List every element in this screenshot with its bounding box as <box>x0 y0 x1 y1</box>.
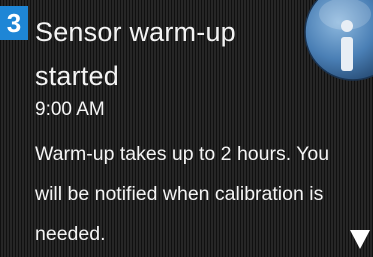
notification-title: Sensor warm-up started <box>35 17 236 91</box>
notification-time: 9:00 AM <box>35 99 105 120</box>
notification-screen: 3 Sensor warm-up started 9:00 AM Warm-up… <box>0 0 373 257</box>
step-number-badge: 3 <box>0 6 28 40</box>
scroll-down-arrow-icon[interactable] <box>350 230 370 249</box>
notification-message: Warm-up takes up to 2 hours. You will be… <box>35 143 330 245</box>
